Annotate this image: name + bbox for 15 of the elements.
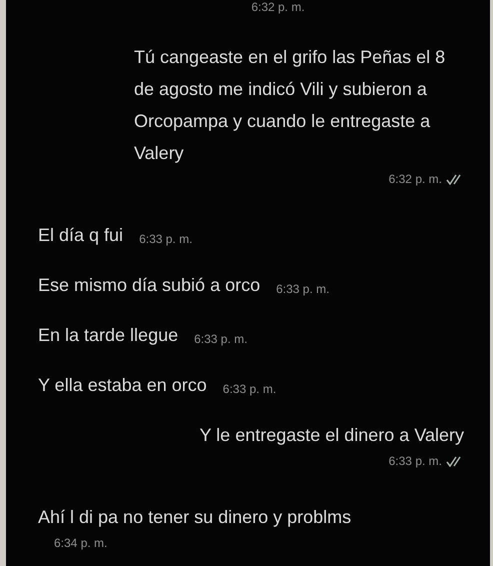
message-time: 6:33 p. m.	[222, 381, 276, 398]
message-time: 6:34 p. m.	[54, 535, 108, 552]
message-time: 6:33 p. m.	[139, 231, 192, 248]
message-text: En la tarde llegue	[38, 324, 178, 347]
message-text: Ese mismo día subió a orco	[38, 274, 260, 297]
message-time: 6:32 p. m.	[251, 1, 305, 13]
message-text: Ahí l di pa no tener su dinero y problms	[38, 506, 352, 529]
message-time: 6:33 p. m.	[388, 453, 442, 470]
message-time: 6:33 p. m.	[194, 331, 248, 348]
message-time: 6:33 p. m.	[276, 281, 330, 298]
message-time: 6:32 p. m.	[388, 171, 442, 188]
message-text: Y le entregaste el dinero a Valery	[200, 424, 464, 447]
message-text: Tú cangeaste en el grifo las Peñas el 8 de agosto me indicó Vili y subieron a Orcopampa y cuando le entregaste a Valery	[134, 46, 446, 165]
message-text: El día q fui	[38, 224, 124, 247]
message-text: Y ella estaba en orco	[38, 374, 207, 397]
